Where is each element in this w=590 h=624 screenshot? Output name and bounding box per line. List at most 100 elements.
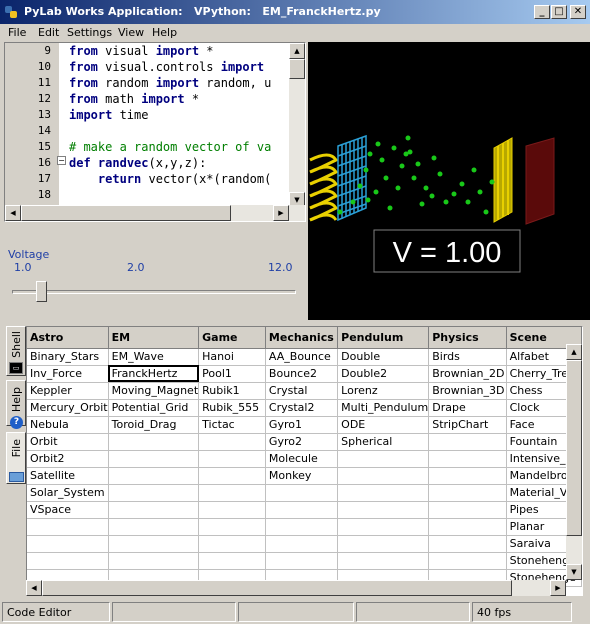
table-cell[interactable]: Brownian_2D — [428, 365, 507, 383]
table-cell[interactable]: Gyro1 — [265, 416, 339, 434]
table-cell[interactable]: AA_Bounce — [265, 348, 339, 366]
table-cell[interactable]: Gyro2 — [265, 433, 339, 451]
table-cell[interactable]: FranckHertz — [108, 365, 200, 383]
table-cell[interactable]: Mercury_Orbit — [27, 399, 109, 417]
table-cell[interactable] — [108, 433, 200, 451]
table-cell[interactable]: Spherical — [337, 433, 430, 451]
table-cell[interactable] — [337, 518, 430, 536]
table-cell[interactable] — [108, 535, 200, 553]
voltage-slider-track[interactable] — [12, 290, 296, 294]
code-editor[interactable]: 910111213141516171819 − from visual impo… — [4, 42, 306, 222]
table-cell[interactable] — [265, 501, 339, 519]
voltage-slider-thumb[interactable] — [36, 281, 47, 302]
table-cell[interactable] — [108, 467, 200, 485]
table-cell[interactable]: Lorenz — [337, 382, 430, 400]
table-horizontal-scrollbar[interactable]: ◀ ▶ — [26, 580, 566, 596]
column-header[interactable]: EM — [108, 327, 200, 349]
table-cell[interactable] — [337, 450, 430, 468]
table-cell[interactable] — [108, 501, 200, 519]
table-cell[interactable]: Binary_Stars — [27, 348, 109, 366]
table-cell[interactable]: Potential_Grid — [108, 399, 200, 417]
table-vertical-scrollbar[interactable]: ▲ ▼ — [566, 344, 582, 580]
scroll-left-icon[interactable]: ◀ — [26, 580, 42, 596]
table-cell[interactable]: Rubik_555 — [198, 399, 266, 417]
maximize-button[interactable]: □ — [551, 5, 567, 19]
table-cell[interactable]: Bounce2 — [265, 365, 339, 383]
table-cell[interactable] — [265, 535, 339, 553]
table-cell[interactable]: Hanoi — [198, 348, 266, 366]
minimize-button[interactable]: _ — [534, 5, 550, 19]
table-cell[interactable] — [265, 484, 339, 502]
table-hscroll-thumb[interactable] — [42, 580, 512, 596]
table-cell[interactable]: Keppler — [27, 382, 109, 400]
table-cell[interactable]: Tictac — [198, 416, 266, 434]
scroll-right-icon[interactable]: ▶ — [273, 205, 289, 221]
column-header[interactable]: Pendulum — [337, 327, 430, 349]
table-cell[interactable] — [198, 501, 266, 519]
table-cell[interactable]: Crystal2 — [265, 399, 339, 417]
table-cell[interactable] — [198, 518, 266, 536]
table-cell[interactable] — [428, 535, 507, 553]
table-cell[interactable] — [108, 552, 200, 570]
table-cell[interactable]: StripChart — [428, 416, 507, 434]
table-cell[interactable]: Crystal — [265, 382, 339, 400]
table-vscroll-thumb[interactable] — [566, 360, 582, 536]
table-cell[interactable]: Double2 — [337, 365, 430, 383]
table-cell[interactable] — [428, 518, 507, 536]
menu-help[interactable]: Help — [152, 26, 177, 39]
menu-settings[interactable]: Settings — [67, 26, 112, 39]
table-cell[interactable]: Monkey — [265, 467, 339, 485]
table-cell[interactable]: EM_Wave — [108, 348, 200, 366]
code-area[interactable]: from visual import * from visual.controls… — [63, 43, 291, 208]
table-cell[interactable] — [337, 501, 430, 519]
table-cell[interactable]: Brownian_3D — [428, 382, 507, 400]
table-cell[interactable]: Multi_Pendulum — [337, 399, 430, 417]
table-cell[interactable]: Orbit2 — [27, 450, 109, 468]
table-cell[interactable]: Drape — [428, 399, 507, 417]
table-cell[interactable]: Orbit — [27, 433, 109, 451]
table-cell[interactable]: Toroid_Drag — [108, 416, 200, 434]
table-cell[interactable] — [428, 552, 507, 570]
menu-view[interactable]: View — [118, 26, 144, 39]
table-cell[interactable] — [27, 552, 109, 570]
column-header[interactable]: Game — [198, 327, 266, 349]
table-cell[interactable] — [428, 433, 507, 451]
column-header[interactable]: Astro — [27, 327, 109, 349]
table-cell[interactable] — [27, 518, 109, 536]
table-cell[interactable]: Rubik1 — [198, 382, 266, 400]
table-cell[interactable] — [108, 484, 200, 502]
table-cell[interactable]: Moving_Magnet — [108, 382, 200, 400]
scroll-left-icon[interactable]: ◀ — [5, 205, 21, 221]
table-cell[interactable]: Molecule — [265, 450, 339, 468]
table-cell[interactable] — [428, 501, 507, 519]
column-header[interactable]: Mechanics — [265, 327, 339, 349]
table-cell[interactable]: Double — [337, 348, 430, 366]
table-cell[interactable] — [198, 450, 266, 468]
table-cell[interactable]: Satellite — [27, 467, 109, 485]
scroll-up-icon[interactable]: ▲ — [289, 43, 305, 59]
menu-edit[interactable]: Edit — [38, 26, 59, 39]
close-button[interactable]: ✕ — [570, 5, 586, 19]
menu-file[interactable]: File — [8, 26, 26, 39]
table-cell[interactable] — [428, 467, 507, 485]
table-cell[interactable]: Pool1 — [198, 365, 266, 383]
table-cell[interactable] — [198, 484, 266, 502]
table-cell[interactable] — [337, 552, 430, 570]
table-cell[interactable] — [428, 484, 507, 502]
table-cell[interactable]: Nebula — [27, 416, 109, 434]
table-cell[interactable] — [27, 535, 109, 553]
scroll-down-icon[interactable]: ▼ — [566, 564, 582, 580]
table-cell[interactable]: Birds — [428, 348, 507, 366]
table-cell[interactable]: Solar_System — [27, 484, 109, 502]
editor-vertical-scrollbar[interactable]: ▲ ▼ — [289, 43, 305, 208]
table-cell[interactable] — [198, 433, 266, 451]
editor-vscroll-thumb[interactable] — [289, 59, 305, 79]
editor-hscroll-thumb[interactable] — [21, 205, 231, 221]
table-cell[interactable] — [337, 535, 430, 553]
scroll-up-icon[interactable]: ▲ — [566, 344, 582, 360]
table-cell[interactable] — [337, 467, 430, 485]
table-cell[interactable] — [198, 467, 266, 485]
table-cell[interactable] — [428, 450, 507, 468]
table-cell[interactable] — [265, 518, 339, 536]
table-cell[interactable] — [265, 552, 339, 570]
